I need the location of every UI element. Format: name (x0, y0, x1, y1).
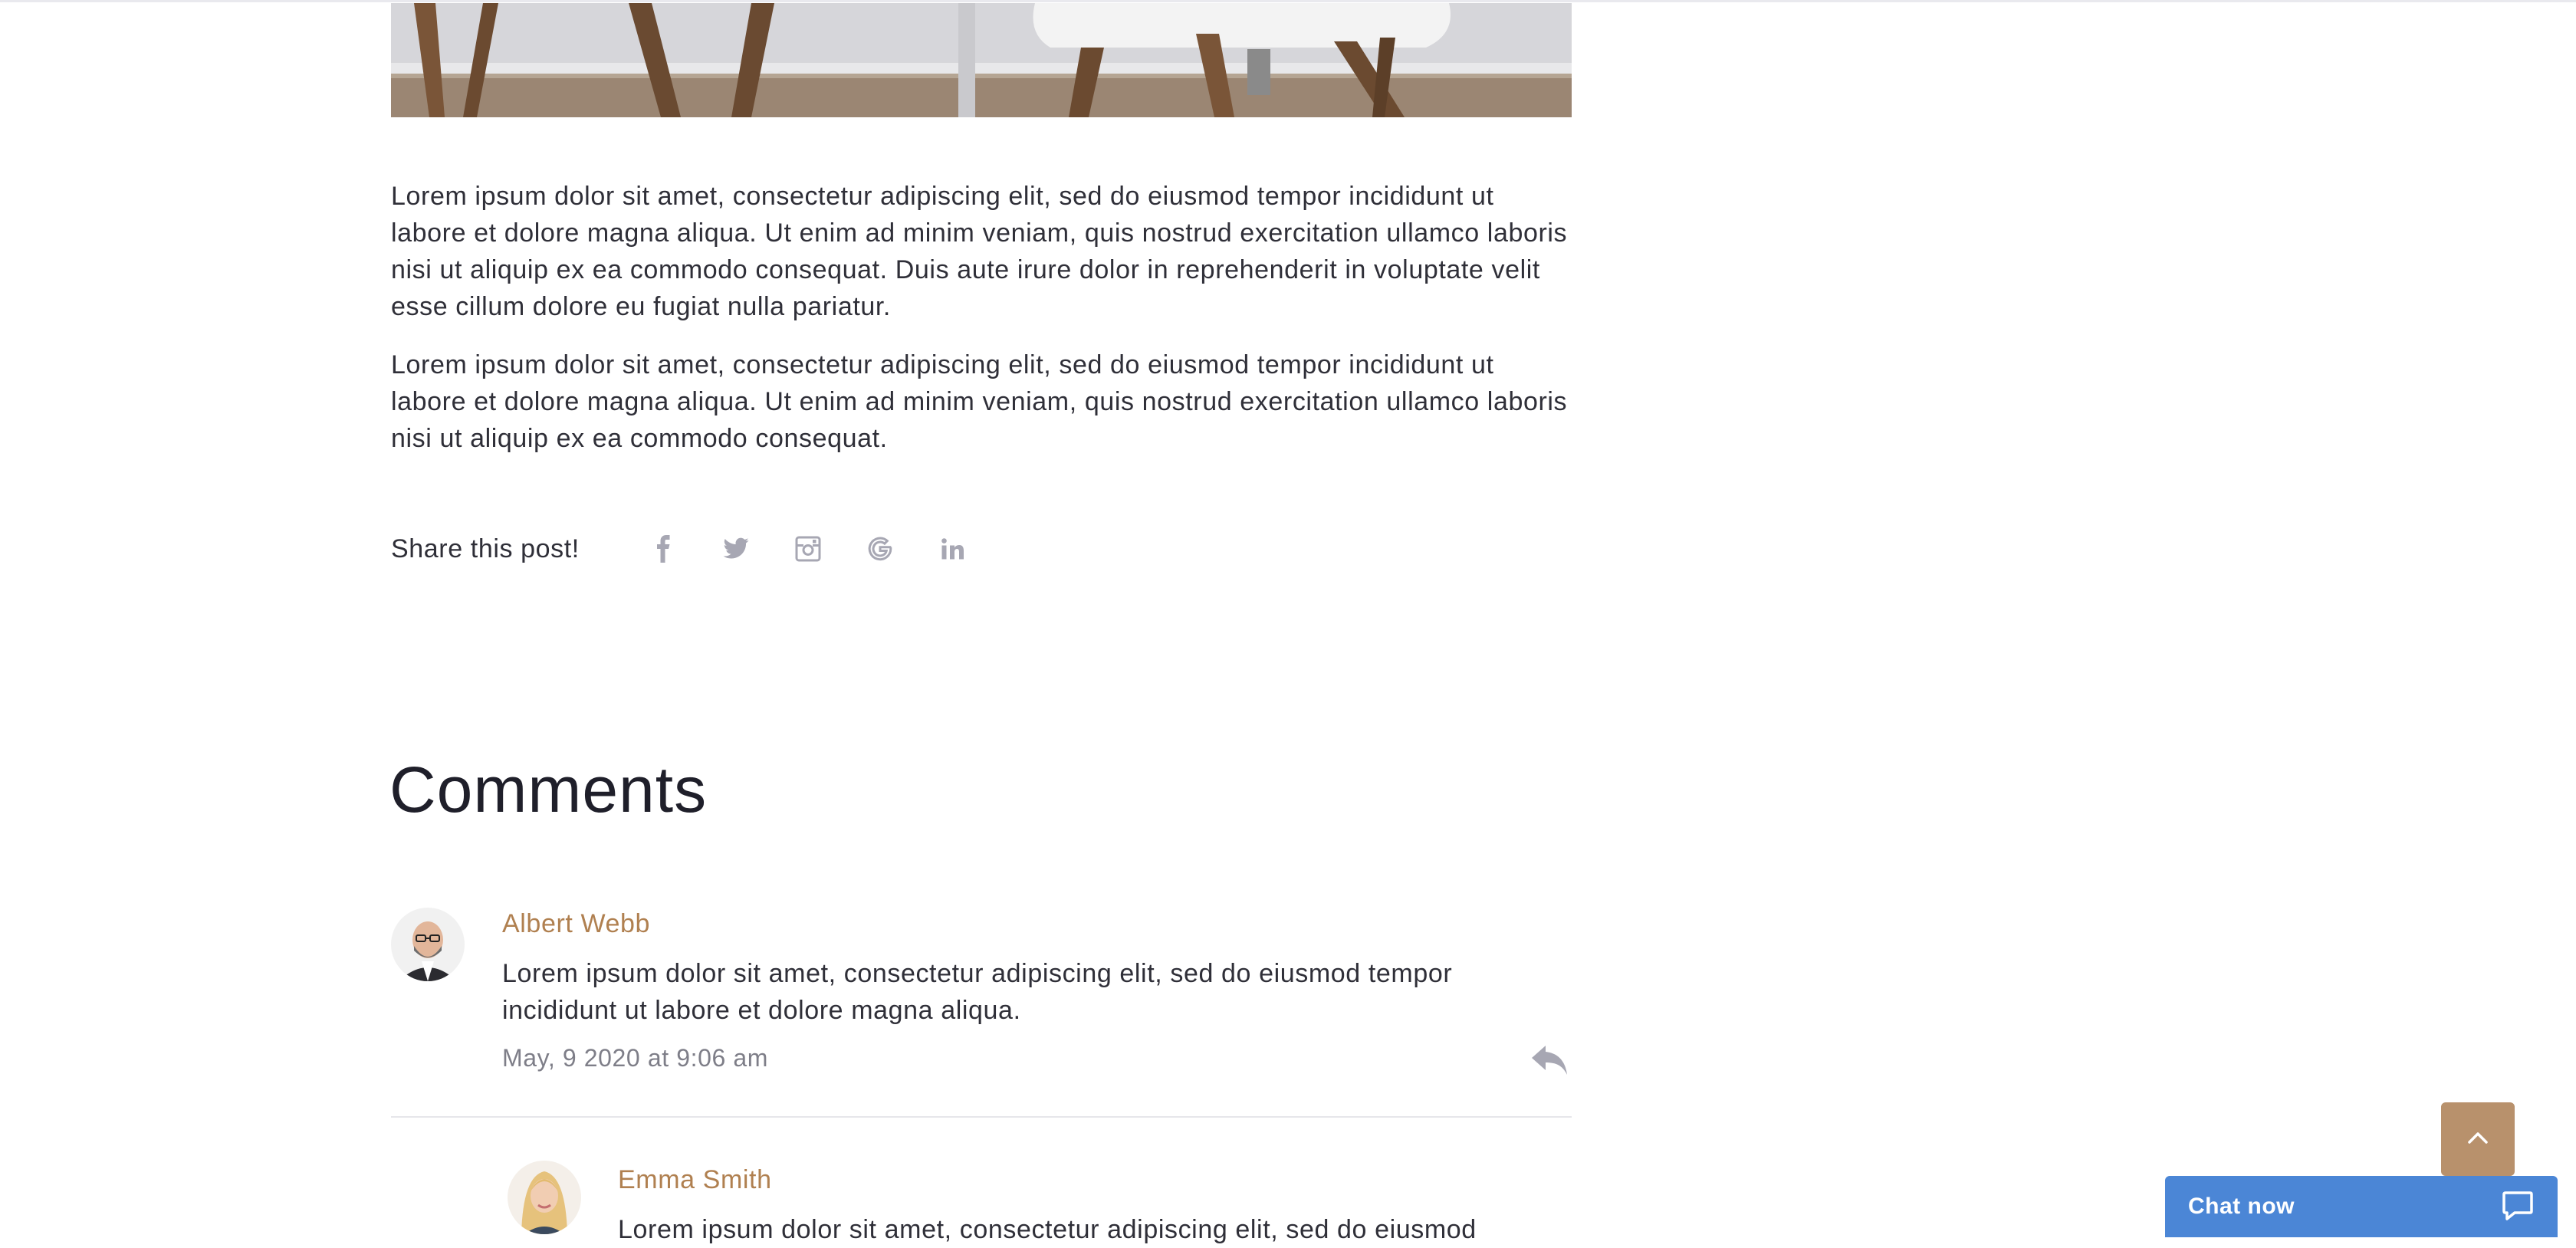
google-icon[interactable] (865, 534, 895, 564)
chat-bubble-icon (2501, 1188, 2535, 1226)
facebook-icon[interactable] (649, 534, 679, 564)
top-border (0, 0, 2576, 2)
chair-photo (391, 3, 1572, 117)
comments-heading: Comments (389, 754, 708, 826)
share-label: Share this post! (391, 534, 580, 563)
linkedin-icon[interactable] (937, 534, 968, 564)
comment-text: Lorem ipsum dolor sit amet, consectetur … (502, 959, 1453, 1025)
comment-divider (391, 1116, 1572, 1118)
post-hero-image (391, 3, 1572, 117)
comment-author[interactable]: Albert Webb (502, 909, 650, 939)
twitter-icon[interactable] (721, 534, 751, 564)
avatar (391, 908, 465, 981)
instagram-icon[interactable] (793, 534, 823, 564)
comment-author[interactable]: Emma Smith (618, 1165, 772, 1195)
chevron-up-icon (2467, 1131, 2489, 1148)
chat-now-button[interactable]: Chat now (2165, 1176, 2558, 1237)
avatar (508, 1161, 581, 1234)
chat-label: Chat now (2188, 1194, 2295, 1219)
article-paragraph: Lorem ipsum dolor sit amet, consectetur … (391, 350, 1568, 453)
share-bar: Share this post! (391, 529, 1009, 569)
back-to-top-button[interactable] (2441, 1102, 2515, 1176)
comment-date: May, 9 2020 at 9:06 am (502, 1044, 769, 1072)
reply-icon[interactable] (1530, 1043, 1569, 1076)
article-paragraph: Lorem ipsum dolor sit amet, consectetur … (391, 182, 1568, 321)
comment-text: Lorem ipsum dolor sit amet, consectetur … (618, 1215, 1477, 1244)
